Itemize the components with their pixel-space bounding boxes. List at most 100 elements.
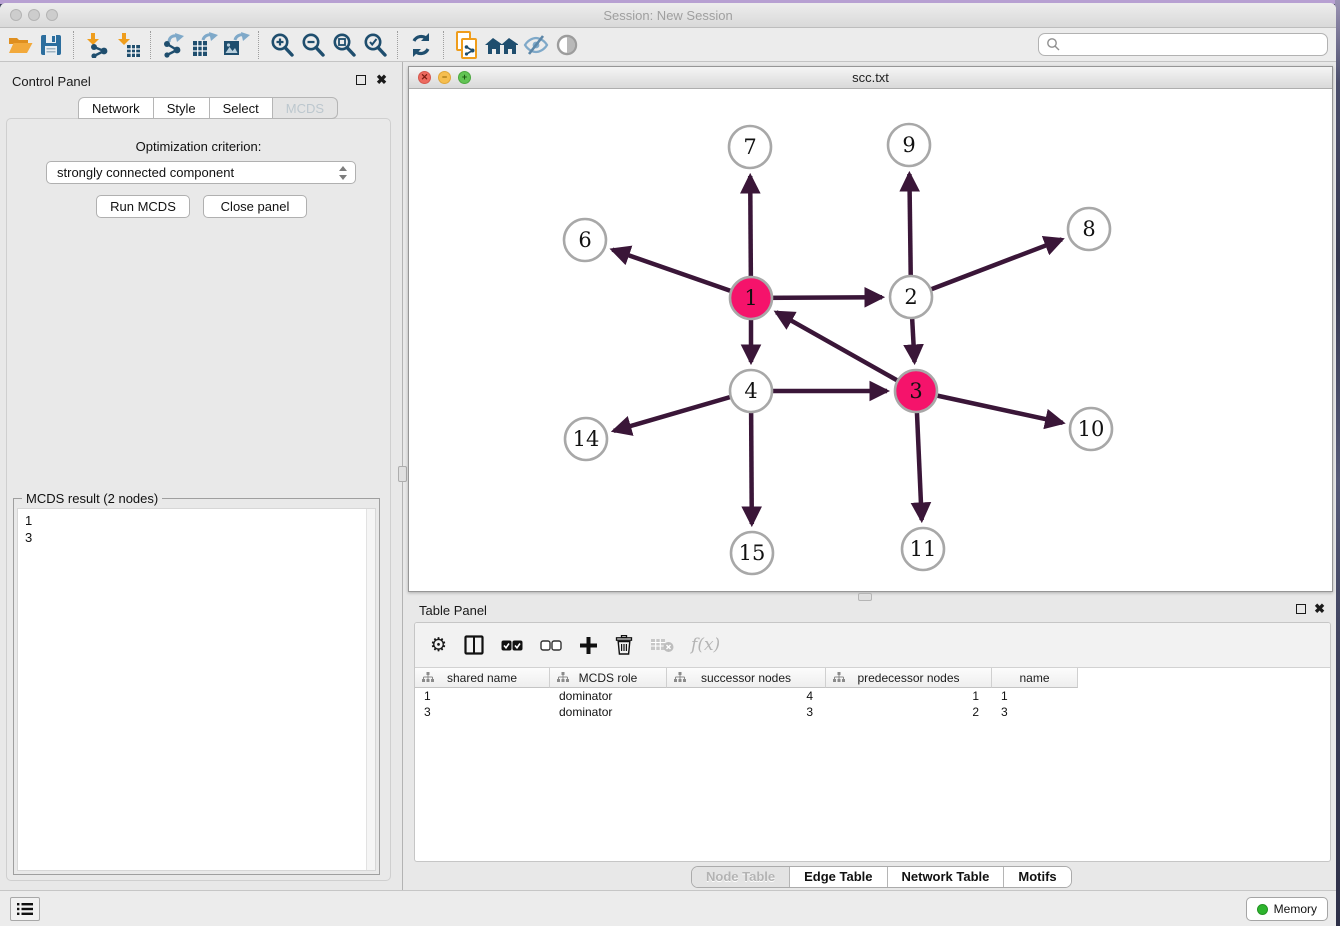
hide-selected-icon[interactable] [520,31,551,59]
table-settings-icon[interactable]: ⚙ [430,631,447,659]
svg-text:9: 9 [902,133,915,157]
tab-node-table[interactable]: Node Table [692,867,790,887]
tab-edge-table[interactable]: Edge Table [790,867,887,887]
column-header-mcds-role[interactable]: MCDS role [550,668,667,688]
table-cell[interactable]: 3 [415,704,550,720]
graph-node-9[interactable]: 9 [888,124,930,166]
search-box[interactable] [1038,33,1328,56]
graph-node-7[interactable]: 7 [729,126,771,168]
result-scrollbar[interactable] [366,509,375,870]
column-split-icon[interactable] [464,631,484,659]
table-cell[interactable]: 4 [667,688,826,704]
float-panel-icon[interactable] [356,75,366,85]
delete-table-icon[interactable] [650,631,674,659]
search-icon [1046,37,1061,52]
tab-network[interactable]: Network [78,97,154,119]
table-header: shared name MCDS role successor nodes pr… [415,667,1330,688]
svg-text:4: 4 [744,379,757,403]
close-panel-icon[interactable]: ✖ [376,74,387,86]
close-table-panel-icon[interactable]: ✖ [1314,603,1325,615]
select-all-checks-icon[interactable] [501,631,523,659]
task-history-button[interactable] [10,897,40,921]
close-window-button[interactable] [10,9,22,21]
table-row[interactable]: 1 dominator 4 1 1 [415,688,1330,704]
minimize-window-button[interactable] [28,9,40,21]
table-cell[interactable]: dominator [550,704,667,720]
mcds-result-area[interactable]: 1 3 [17,508,376,871]
network-maximize-icon[interactable]: + [458,71,471,84]
graph-node-14[interactable]: 14 [565,418,607,460]
tab-style[interactable]: Style [154,97,210,119]
graph-node-2[interactable]: 2 [890,276,932,318]
open-folder-icon[interactable] [4,31,35,59]
status-bar: Memory [0,890,1336,926]
table-cell[interactable]: 2 [826,704,992,720]
main-titlebar[interactable]: Session: New Session [0,3,1336,28]
network-titlebar[interactable]: ✕ − + scc.txt [409,67,1332,89]
graph-node-8[interactable]: 8 [1068,208,1110,250]
export-network-icon[interactable] [158,31,189,59]
tab-network-table[interactable]: Network Table [888,867,1005,887]
table-cell[interactable]: 1 [992,688,1078,704]
first-neighbors-icon[interactable] [482,31,520,59]
svg-text:8: 8 [1082,217,1095,241]
main-toolbar [0,28,1336,62]
column-header-predecessor-nodes[interactable]: predecessor nodes [826,668,992,688]
app-window: Session: New Session Control Panel [0,3,1336,926]
tab-select[interactable]: Select [210,97,273,119]
table-row[interactable]: 3 dominator 3 2 3 [415,704,1330,720]
save-icon[interactable] [35,31,66,59]
search-input[interactable] [1061,35,1327,54]
graph-node-10[interactable]: 10 [1070,408,1112,450]
zoom-in-icon[interactable] [266,31,297,59]
graph-node-11[interactable]: 11 [902,528,944,570]
tab-mcds[interactable]: MCDS [273,97,338,119]
network-graph[interactable]: 1 2 3 4 6 7 8 9 10 11 14 15 [409,89,1332,591]
export-image-icon[interactable] [220,31,251,59]
network-canvas[interactable]: 1 2 3 4 6 7 8 9 10 11 14 15 [409,89,1332,591]
import-network-icon[interactable] [81,31,112,59]
graph-node-1[interactable]: 1 [730,277,772,319]
network-close-icon[interactable]: ✕ [418,71,431,84]
graph-node-3[interactable]: 3 [895,370,937,412]
graph-node-6[interactable]: 6 [564,219,606,261]
function-builder-icon[interactable]: f(x) [691,631,720,659]
import-table-icon[interactable] [112,31,143,59]
zoom-out-icon[interactable] [297,31,328,59]
table-cell[interactable]: 1 [415,688,550,704]
column-header-successor-nodes[interactable]: successor nodes [667,668,826,688]
delete-row-icon[interactable] [615,631,633,659]
column-header-shared-name[interactable]: shared name [415,668,550,688]
table-panel: Table Panel ✖ ⚙ f(x) shared name MCDS ro… [408,596,1333,890]
float-table-panel-icon[interactable] [1296,604,1306,614]
clone-network-icon[interactable] [451,31,482,59]
zoom-fit-icon[interactable] [328,31,359,59]
toolbar-separator [258,31,259,59]
divider-handle[interactable] [398,466,407,482]
table-cell[interactable]: dominator [550,688,667,704]
zoom-window-button[interactable] [46,9,58,21]
graph-edge-2-8[interactable] [911,239,1062,297]
run-mcds-button[interactable]: Run MCDS [96,195,190,218]
preview-icon[interactable] [551,31,582,59]
deselect-all-checks-icon[interactable] [540,631,562,659]
control-panel-tabs: Network Style Select MCDS [78,97,338,119]
column-header-name[interactable]: name [992,668,1078,688]
network-minimize-icon[interactable]: − [438,71,451,84]
graph-edge-3-1[interactable] [776,312,916,391]
export-table-icon[interactable] [189,31,220,59]
table-cell[interactable]: 3 [992,704,1078,720]
graph-node-15[interactable]: 15 [731,532,773,574]
table-cell[interactable]: 1 [826,688,992,704]
close-panel-button[interactable]: Close panel [203,195,307,218]
table-cell[interactable]: 3 [667,704,826,720]
memory-button[interactable]: Memory [1246,897,1328,921]
graph-node-4[interactable]: 4 [730,370,772,412]
tab-motifs[interactable]: Motifs [1004,867,1070,887]
graph-edge-3-10[interactable] [916,391,1063,423]
add-row-icon[interactable] [579,631,598,659]
zoom-selected-icon[interactable] [359,31,390,59]
refresh-layout-icon[interactable] [405,31,436,59]
criterion-select[interactable]: strongly connected component [46,161,356,184]
svg-text:2: 2 [904,285,917,309]
